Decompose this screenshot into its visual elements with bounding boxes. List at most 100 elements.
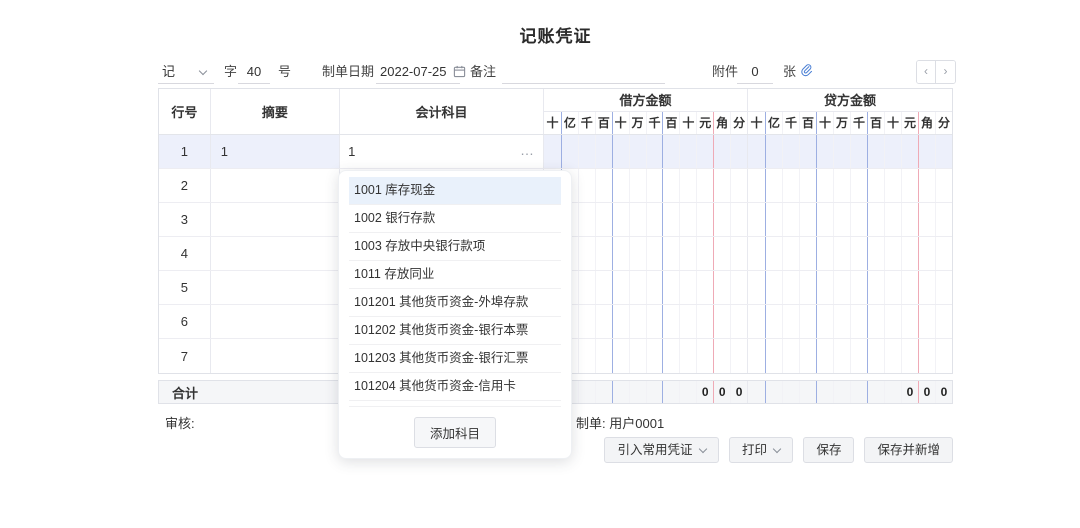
amount-cell[interactable] [816,203,833,236]
amount-cell[interactable] [629,271,646,304]
amount-cell[interactable] [730,203,747,236]
paperclip-icon[interactable] [799,62,814,86]
amount-cell[interactable] [544,135,561,168]
amount-cell[interactable] [799,339,816,373]
amount-cell[interactable] [918,271,935,304]
account-option[interactable]: 101203 其他货币资金-银行汇票 [349,345,561,373]
amount-cell[interactable] [935,339,952,373]
amount-cell[interactable] [612,339,629,373]
amount-cell[interactable] [850,339,867,373]
amount-cell[interactable] [578,339,595,373]
amount-cell[interactable] [816,135,833,168]
amount-cell[interactable] [850,169,867,202]
more-icon[interactable]: … [520,142,535,158]
date-input[interactable]: 2022-07-25 [376,60,460,84]
amount-cell[interactable] [748,339,765,373]
amount-cell[interactable] [679,135,696,168]
amount-cell[interactable] [730,169,747,202]
amount-cell[interactable] [935,305,952,338]
summary-cell[interactable] [211,237,340,270]
amount-cell[interactable] [696,135,713,168]
account-option[interactable]: 101202 其他货币资金-银行本票 [349,317,561,345]
amount-cell[interactable] [918,135,935,168]
attachment-count-input[interactable]: 0 [737,60,773,84]
amount-cell[interactable] [850,271,867,304]
amount-cell[interactable] [629,305,646,338]
amount-cell[interactable] [867,203,884,236]
summary-cell[interactable]: 1 [211,135,340,168]
amount-cell[interactable] [662,237,679,270]
amount-cell[interactable] [748,305,765,338]
amount-cell[interactable] [696,169,713,202]
voucher-type-select[interactable]: 记 [158,60,214,84]
amount-cell[interactable] [816,271,833,304]
amount-cell[interactable] [612,237,629,270]
amount-cell[interactable] [918,237,935,270]
amount-cell[interactable] [730,271,747,304]
next-voucher-button[interactable]: › [936,61,955,83]
amount-cell[interactable] [935,271,952,304]
amount-cell[interactable] [850,305,867,338]
amount-cell[interactable] [765,305,782,338]
amount-cell[interactable] [748,203,765,236]
amount-cell[interactable] [713,237,730,270]
amount-cell[interactable] [799,203,816,236]
amount-cell[interactable] [748,169,765,202]
amount-cell[interactable] [646,271,663,304]
amount-cell[interactable] [578,271,595,304]
amount-cell[interactable] [730,135,747,168]
account-option[interactable]: 1001 库存现金 [349,177,561,205]
summary-cell[interactable] [211,271,340,304]
amount-cell[interactable] [884,305,901,338]
amount-cell[interactable] [713,339,730,373]
amount-cell[interactable] [578,237,595,270]
amount-cell[interactable] [799,169,816,202]
amount-cell[interactable] [646,339,663,373]
voucher-number-input[interactable]: 40 [238,60,270,84]
account-cell[interactable]: 1… [340,135,544,168]
amount-cell[interactable] [816,169,833,202]
amount-cell[interactable] [765,169,782,202]
amount-cell[interactable] [884,271,901,304]
summary-cell[interactable] [211,339,340,373]
amount-cell[interactable] [595,203,612,236]
amount-cell[interactable] [629,203,646,236]
amount-cell[interactable] [662,271,679,304]
amount-cell[interactable] [884,237,901,270]
amount-cell[interactable] [867,305,884,338]
amount-cell[interactable] [782,169,799,202]
amount-cell[interactable] [713,203,730,236]
amount-cell[interactable] [901,169,918,202]
amount-cell[interactable] [595,135,612,168]
save-button[interactable]: 保存 [803,437,854,463]
amount-cell[interactable] [935,237,952,270]
remark-input[interactable] [502,60,665,84]
amount-cell[interactable] [713,271,730,304]
import-common-voucher-button[interactable]: 引入常用凭证 [604,437,719,463]
amount-cell[interactable] [730,339,747,373]
amount-cell[interactable] [748,271,765,304]
amount-cell[interactable] [901,237,918,270]
amount-cell[interactable] [833,339,850,373]
amount-cell[interactable] [629,339,646,373]
amount-cell[interactable] [612,135,629,168]
amount-cell[interactable] [935,135,952,168]
amount-cell[interactable] [935,169,952,202]
amount-cell[interactable] [918,339,935,373]
prev-voucher-button[interactable]: ‹ [917,61,936,83]
summary-cell[interactable] [211,203,340,236]
amount-cell[interactable] [799,271,816,304]
amount-cell[interactable] [730,305,747,338]
amount-cell[interactable] [867,237,884,270]
amount-cell[interactable] [679,339,696,373]
amount-cell[interactable] [662,169,679,202]
amount-cell[interactable] [748,237,765,270]
amount-cell[interactable] [696,271,713,304]
amount-cell[interactable] [612,203,629,236]
amount-cell[interactable] [833,169,850,202]
account-option[interactable]: 101204 其他货币资金-信用卡 [349,373,561,401]
amount-cell[interactable] [867,339,884,373]
amount-cell[interactable] [662,203,679,236]
amount-cell[interactable] [629,169,646,202]
amount-cell[interactable] [833,271,850,304]
